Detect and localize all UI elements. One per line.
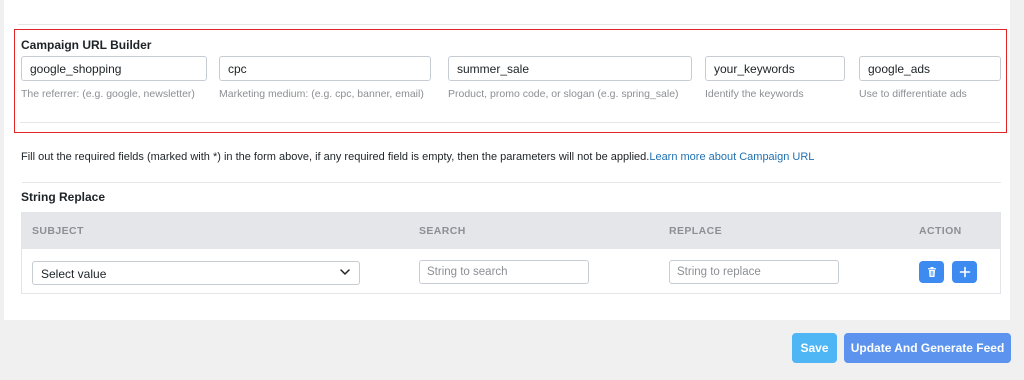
learn-more-link[interactable]: Learn more about Campaign URL <box>649 151 814 163</box>
delete-row-button[interactable] <box>919 261 944 283</box>
string-replace-title: String Replace <box>21 190 106 204</box>
utm-term-help: Identify the keywords <box>705 88 804 100</box>
subject-select[interactable]: Select value <box>32 261 360 285</box>
notice-text: Fill out the required fields (marked wit… <box>21 151 650 163</box>
column-replace: REPLACE <box>669 225 722 237</box>
column-action: ACTION <box>919 225 962 237</box>
utm-source-field: The referrer: (e.g. google, newsletter) <box>21 56 207 102</box>
update-generate-feed-button[interactable]: Update And Generate Feed <box>844 333 1011 363</box>
save-button[interactable]: Save <box>792 333 837 363</box>
utm-campaign-help: Product, promo code, or slogan (e.g. spr… <box>448 88 679 100</box>
campaign-url-builder: Campaign URL Builder The referrer: (e.g.… <box>14 29 1007 133</box>
required-fields-notice: Fill out the required fields (marked wit… <box>21 151 814 163</box>
utm-content-input[interactable] <box>859 56 1001 81</box>
divider <box>20 122 1000 123</box>
utm-content-help: Use to differentiate ads <box>859 88 967 100</box>
table-header: SUBJECT SEARCH REPLACE ACTION <box>22 213 1000 249</box>
search-input[interactable] <box>419 260 589 284</box>
plus-icon <box>959 266 970 278</box>
trash-icon <box>927 267 936 277</box>
utm-content-field: Use to differentiate ads <box>859 56 1001 102</box>
utm-source-input[interactable] <box>21 56 207 81</box>
column-search: SEARCH <box>419 225 466 237</box>
utm-source-help: The referrer: (e.g. google, newsletter) <box>21 88 195 100</box>
utm-medium-input[interactable] <box>219 56 431 81</box>
subject-select-value: Select value <box>41 267 107 281</box>
utm-campaign-field: Product, promo code, or slogan (e.g. spr… <box>448 56 692 102</box>
settings-card: Campaign URL Builder The referrer: (e.g.… <box>4 0 1010 320</box>
utm-campaign-input[interactable] <box>448 56 692 81</box>
column-subject: SUBJECT <box>32 225 84 237</box>
add-row-button[interactable] <box>952 261 977 283</box>
chevron-down-icon <box>340 269 350 275</box>
utm-medium-field: Marketing medium: (e.g. cpc, banner, ema… <box>219 56 431 102</box>
utm-medium-help: Marketing medium: (e.g. cpc, banner, ema… <box>219 88 424 100</box>
replace-input[interactable] <box>669 260 839 284</box>
divider <box>22 182 1001 183</box>
string-replace-table: SUBJECT SEARCH REPLACE ACTION Select val… <box>21 212 1001 294</box>
utm-term-field: Identify the keywords <box>705 56 845 102</box>
divider <box>18 24 1000 25</box>
campaign-builder-title: Campaign URL Builder <box>21 38 152 52</box>
utm-term-input[interactable] <box>705 56 845 81</box>
